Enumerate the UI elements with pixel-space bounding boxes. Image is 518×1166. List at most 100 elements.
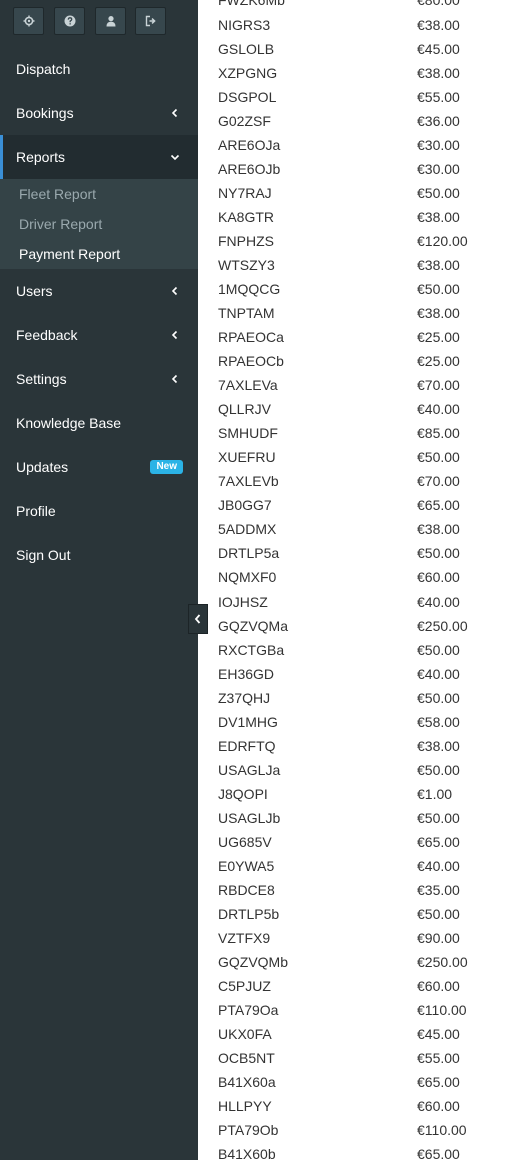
payment-reference: 1MQQCG — [218, 281, 281, 297]
payment-row: EH36GD €40.00 — [218, 662, 518, 686]
payment-reference: EDRFTQ — [218, 738, 276, 754]
help-button[interactable] — [54, 7, 85, 35]
payment-row: TNPTAM €38.00 — [218, 301, 518, 325]
payment-amount: €38.00 — [417, 521, 460, 537]
payment-row: UKX0FA €45.00 — [218, 1022, 518, 1046]
chevron-left-icon — [171, 330, 178, 340]
payment-reference: DRTLP5b — [218, 906, 280, 922]
nav-feedback[interactable]: Feedback — [0, 313, 198, 357]
payment-amount: €38.00 — [417, 738, 460, 754]
payment-reference: SMHUDF — [218, 425, 278, 441]
payment-row: JB0GG7 €65.00 — [218, 493, 518, 517]
nav-sign-out[interactable]: Sign Out — [0, 533, 198, 577]
payment-row: DRTLP5a €50.00 — [218, 541, 518, 565]
payment-amount: €50.00 — [417, 762, 460, 778]
payment-amount: €38.00 — [417, 65, 460, 81]
payment-row: FNPHZS €120.00 — [218, 229, 518, 253]
payment-amount: €65.00 — [417, 1074, 460, 1090]
payment-amount: €30.00 — [417, 137, 460, 153]
payment-reference: VZTFX9 — [218, 930, 271, 946]
payment-reference: C5PJUZ — [218, 978, 271, 994]
nav-payment-report[interactable]: Payment Report — [19, 244, 120, 264]
nav-users[interactable]: Users — [0, 269, 198, 313]
nav-bookings[interactable]: Bookings — [0, 91, 198, 135]
payment-reference: OCB5NT — [218, 1050, 275, 1066]
payment-reference: ARE6OJa — [218, 137, 281, 153]
nav-knowledge-base[interactable]: Knowledge Base — [0, 401, 198, 445]
payment-row: GSLOLB €45.00 — [218, 37, 518, 61]
payment-reference: DSGPOL — [218, 89, 277, 105]
nav-users-label: Users — [16, 283, 53, 299]
payment-amount: €60.00 — [417, 978, 460, 994]
nav-bookings-label: Bookings — [16, 105, 74, 121]
payment-amount: €38.00 — [417, 209, 460, 225]
account-button[interactable] — [95, 7, 126, 35]
payment-row: RBDCE8 €35.00 — [218, 878, 518, 902]
payment-reference: FNPHZS — [218, 233, 274, 249]
settings-button[interactable] — [13, 7, 44, 35]
chevron-left-icon — [194, 614, 201, 624]
payment-reference: DV1MHG — [218, 714, 278, 730]
nav-driver-report[interactable]: Driver Report — [19, 214, 102, 234]
payment-reference: GSLOLB — [218, 41, 275, 57]
payment-amount: €250.00 — [417, 618, 468, 634]
payment-reference: FWZK6Mb — [218, 0, 285, 8]
payment-amount: €40.00 — [417, 594, 460, 610]
payment-amount: €38.00 — [417, 257, 460, 273]
payment-amount: €110.00 — [417, 1122, 467, 1138]
payment-row: DV1MHG €58.00 — [218, 710, 518, 734]
payment-reference: 7AXLEVb — [218, 473, 279, 489]
payment-row: 5ADDMX €38.00 — [218, 517, 518, 541]
help-icon — [64, 15, 75, 27]
payment-amount: €65.00 — [417, 834, 460, 850]
payment-row: B41X60b €65.00 — [218, 1142, 518, 1166]
payment-row: USAGLJb €50.00 — [218, 806, 518, 830]
payment-amount: €80.00 — [417, 0, 460, 8]
payment-reference: HLLPYY — [218, 1098, 272, 1114]
payment-reference: J8QOPI — [218, 786, 268, 802]
payment-amount: €70.00 — [417, 377, 460, 393]
nav-dispatch[interactable]: Dispatch — [0, 47, 198, 91]
payment-amount: €38.00 — [417, 17, 460, 33]
payment-row: ARE6OJa €30.00 — [218, 133, 518, 157]
payment-amount: €25.00 — [417, 329, 460, 345]
payment-row: 7AXLEVa €70.00 — [218, 373, 518, 397]
payment-reference: JB0GG7 — [218, 497, 272, 513]
payment-amount: €50.00 — [417, 810, 460, 826]
payment-row: ARE6OJb €30.00 — [218, 157, 518, 181]
payment-row: J8QOPI €1.00 — [218, 782, 518, 806]
payment-reference: IOJHSZ — [218, 594, 268, 610]
payment-amount: €30.00 — [417, 161, 460, 177]
payment-row: 7AXLEVb €70.00 — [218, 469, 518, 493]
payment-amount: €50.00 — [417, 690, 460, 706]
new-badge: New — [150, 460, 183, 474]
nav-reports[interactable]: Reports — [0, 135, 198, 179]
payment-reference: ARE6OJb — [218, 161, 281, 177]
payment-row: WTSZY3 €38.00 — [218, 253, 518, 277]
payment-row: QLLRJV €40.00 — [218, 397, 518, 421]
reports-submenu: Fleet Report Driver Report Payment Repor… — [0, 179, 198, 269]
nav-profile-label: Profile — [16, 503, 56, 519]
payment-reference: NY7RAJ — [218, 185, 272, 201]
payment-amount: €110.00 — [417, 1002, 467, 1018]
nav-settings[interactable]: Settings — [0, 357, 198, 401]
payment-reference: UG685V — [218, 834, 272, 850]
payment-reference: XZPGNG — [218, 65, 278, 81]
payment-reference: KA8GTR — [218, 209, 275, 225]
payment-amount: €55.00 — [417, 1050, 460, 1066]
payment-row: DRTLP5b €50.00 — [218, 902, 518, 926]
payment-reference: EH36GD — [218, 666, 275, 682]
payment-amount: €50.00 — [417, 642, 460, 658]
chevron-left-icon — [171, 374, 178, 384]
payment-row: RPAEOCa €25.00 — [218, 325, 518, 349]
logout-button[interactable] — [135, 7, 166, 35]
nav-fleet-report[interactable]: Fleet Report — [19, 184, 96, 204]
nav-profile[interactable]: Profile — [0, 489, 198, 533]
payment-row: UG685V €65.00 — [218, 830, 518, 854]
nav-updates[interactable]: Updates New — [0, 445, 198, 489]
payment-row: GQZVQMa €250.00 — [218, 614, 518, 638]
payment-reference: E0YWA5 — [218, 858, 275, 874]
sidebar-collapse-button[interactable] — [188, 604, 208, 634]
payment-row: FWZK6Mb €80.00 — [218, 0, 518, 12]
payment-amount: €25.00 — [417, 353, 460, 369]
